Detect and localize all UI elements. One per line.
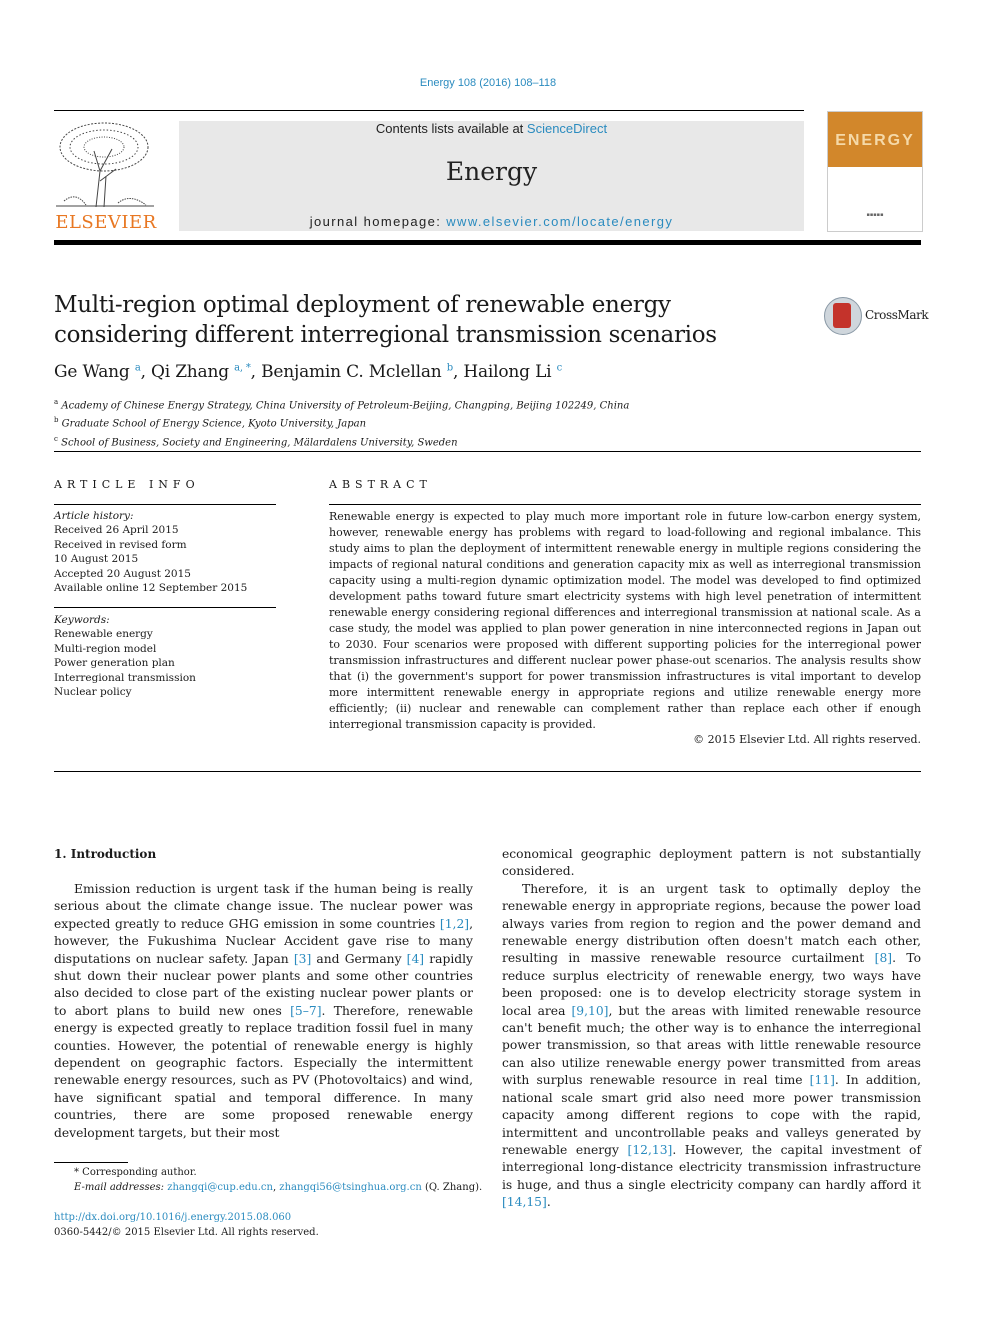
cover-banner: ENERGY: [828, 112, 922, 167]
elsevier-wordmark: ELSEVIER: [55, 212, 157, 233]
email-label: E-mail addresses:: [74, 1182, 165, 1193]
history-item: Received in revised form: [54, 538, 187, 551]
author-affiliation-link[interactable]: a, *: [234, 362, 251, 373]
divider: [54, 607, 276, 608]
divider: [54, 451, 921, 452]
author-name[interactable]: Qi Zhang: [151, 362, 229, 382]
contents-line: Contents lists available at ScienceDirec…: [179, 121, 804, 136]
footnote-divider: [54, 1162, 128, 1163]
email-link[interactable]: zhangqi56@tsinghua.org.cn: [279, 1182, 421, 1193]
crossmark-label: CrossMark: [865, 308, 929, 322]
cover-publisher: ▪▪▪▪▪: [866, 212, 884, 218]
homepage-line: journal homepage: www.elsevier.com/locat…: [179, 214, 804, 229]
author-affiliation-link[interactable]: a: [135, 362, 141, 373]
citation-link[interactable]: [12,13]: [628, 1143, 673, 1157]
abstract-copyright: © 2015 Elsevier Ltd. All rights reserved…: [693, 733, 921, 746]
homepage-prefix: journal homepage:: [309, 214, 447, 229]
article-title: Multi-region optimal deployment of renew…: [54, 292, 717, 348]
divider: [54, 110, 804, 111]
corresponding-author-note: * Corresponding author.: [74, 1167, 197, 1178]
paragraph: Therefore, it is an urgent task to optim…: [502, 881, 922, 1210]
citation-link[interactable]: [4]: [407, 952, 424, 966]
keywords-label: Keywords:: [54, 614, 110, 626]
history-item: 10 August 2015: [54, 553, 139, 566]
keyword: Power generation plan: [54, 657, 175, 670]
history-item: Received 26 April 2015: [54, 524, 179, 537]
keyword: Multi-region model: [54, 642, 157, 655]
journal-reference-link[interactable]: Energy 108 (2016) 108–118: [420, 77, 556, 89]
footnotes: * Corresponding author. E-mail addresses…: [54, 1165, 482, 1195]
history-item: Accepted 20 August 2015: [54, 567, 191, 580]
divider: [54, 504, 276, 505]
history-label: Article history:: [54, 510, 134, 522]
cover-title: ENERGY: [835, 132, 915, 149]
history-item: Available online 12 September 2015: [54, 582, 248, 595]
citation-link[interactable]: [3]: [294, 952, 311, 966]
divider: [54, 771, 921, 772]
author-name[interactable]: Benjamin C. Mclellan: [261, 362, 442, 382]
paragraph-continued: economical geographic deployment pattern…: [502, 847, 921, 879]
affiliation: b Graduate School of Energy Science, Kyo…: [54, 416, 367, 430]
citation-link[interactable]: [14,15]: [502, 1195, 547, 1209]
author-affiliation-link[interactable]: b: [447, 362, 453, 373]
author-name[interactable]: Ge Wang: [54, 362, 130, 382]
header-divider: [54, 240, 921, 245]
abstract-text: Renewable energy is expected to play muc…: [329, 510, 921, 731]
journal-cover-thumbnail[interactable]: ENERGY ▪▪▪▪▪: [827, 111, 923, 232]
doi-block: http://dx.doi.org/10.1016/j.energy.2015.…: [54, 1210, 319, 1240]
email-line: E-mail addresses: zhangqi@cup.edu.cn, zh…: [74, 1182, 483, 1193]
citation-link[interactable]: [1,2]: [440, 917, 469, 931]
elsevier-tree-icon: [56, 122, 154, 207]
crossmark-button[interactable]: CrossMark: [824, 297, 929, 335]
email-suffix: (Q. Zhang).: [421, 1182, 483, 1193]
journal-banner: Contents lists available at ScienceDirec…: [179, 121, 804, 231]
homepage-link[interactable]: www.elsevier.com/locate/energy: [446, 214, 673, 229]
crossmark-icon: [824, 297, 862, 335]
section-heading-introduction: 1. Introduction: [54, 847, 157, 861]
abstract-heading: ABSTRACT: [329, 478, 432, 491]
paragraph: Emission reduction is urgent task if the…: [54, 882, 473, 1140]
keyword: Nuclear policy: [54, 686, 132, 699]
body-column-right: economical geographic deployment pattern…: [502, 846, 921, 1212]
citation-link[interactable]: [11]: [810, 1073, 835, 1087]
affiliations: a Academy of Chinese Energy Strategy, Ch…: [54, 395, 629, 450]
journal-title: Energy: [445, 157, 538, 186]
keyword: Renewable energy: [54, 628, 153, 641]
email-link[interactable]: zhangqi@cup.edu.cn: [167, 1182, 273, 1193]
author-affiliation-link[interactable]: c: [557, 362, 563, 373]
elsevier-logo[interactable]: ELSEVIER: [54, 121, 158, 233]
keywords: Keywords: Renewable energy Multi-region …: [54, 613, 196, 699]
affiliation: a Academy of Chinese Energy Strategy, Ch…: [54, 398, 630, 412]
article-info-heading: ARTICLE INFO: [54, 478, 200, 491]
sciencedirect-link[interactable]: ScienceDirect: [527, 121, 607, 136]
article-history: Article history: Received 26 April 2015 …: [54, 509, 247, 595]
divider: [329, 504, 921, 505]
affiliation: c School of Business, Society and Engine…: [54, 434, 458, 448]
body-column-left: Emission reduction is urgent task if the…: [54, 881, 473, 1142]
citation-link[interactable]: [8]: [875, 951, 892, 965]
citation-link[interactable]: [9,10]: [571, 1004, 608, 1018]
author-list: Ge Wang a, Qi Zhang a, *, Benjamin C. Mc…: [54, 362, 563, 382]
issn-line: 0360-5442/© 2015 Elsevier Ltd. All right…: [54, 1227, 319, 1238]
journal-reference[interactable]: Energy 108 (2016) 108–118: [0, 77, 976, 89]
doi-link[interactable]: http://dx.doi.org/10.1016/j.energy.2015.…: [54, 1212, 291, 1223]
author-name[interactable]: Hailong Li: [463, 362, 551, 382]
citation-link[interactable]: [5–7]: [290, 1004, 321, 1018]
keyword: Interregional transmission: [54, 671, 196, 684]
contents-prefix: Contents lists available at: [375, 121, 527, 136]
